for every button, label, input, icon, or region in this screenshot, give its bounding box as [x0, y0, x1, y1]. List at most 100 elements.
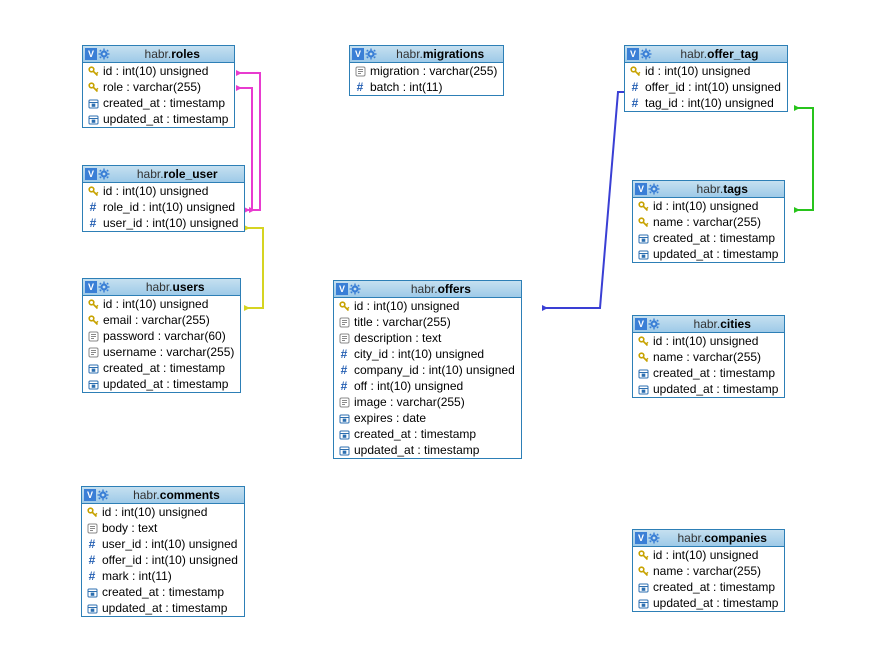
table-header-icons: V: [85, 48, 110, 60]
column-row[interactable]: created_at : timestamp: [633, 230, 784, 246]
key-icon: [628, 65, 642, 77]
gear-icon[interactable]: [98, 281, 110, 293]
column-row[interactable]: id : int(10) unsigned: [83, 63, 234, 79]
column-row[interactable]: updated_at : timestamp: [633, 595, 784, 611]
gear-icon[interactable]: [640, 48, 652, 60]
table-header[interactable]: Vhabr.companies: [633, 530, 784, 547]
table-header[interactable]: Vhabr.comments: [82, 487, 244, 504]
gear-icon[interactable]: [97, 489, 109, 501]
relation-endpoint: [542, 305, 548, 311]
column-label: off : int(10) unsigned: [354, 379, 463, 393]
table-header-icons: V: [84, 489, 109, 501]
column-row[interactable]: name : varchar(255): [633, 563, 784, 579]
column-row[interactable]: created_at : timestamp: [83, 360, 240, 376]
column-row[interactable]: id : int(10) unsigned: [633, 198, 784, 214]
column-row[interactable]: role : varchar(255): [83, 79, 234, 95]
column-row[interactable]: #user_id : int(10) unsigned: [83, 215, 244, 231]
column-row[interactable]: #offer_id : int(10) unsigned: [82, 552, 244, 568]
table-header[interactable]: Vhabr.tags: [633, 181, 784, 198]
column-row[interactable]: id : int(10) unsigned: [82, 504, 244, 520]
table-header[interactable]: Vhabr.role_user: [83, 166, 244, 183]
date-column-icon: [86, 362, 100, 374]
key-icon: [86, 81, 100, 93]
column-row[interactable]: #role_id : int(10) unsigned: [83, 199, 244, 215]
column-row[interactable]: #offer_id : int(10) unsigned: [625, 79, 787, 95]
view-icon[interactable]: V: [85, 48, 97, 60]
column-row[interactable]: created_at : timestamp: [334, 426, 521, 442]
column-row[interactable]: created_at : timestamp: [633, 579, 784, 595]
table-migrations[interactable]: Vhabr.migrationsmigration : varchar(255)…: [349, 45, 504, 96]
table-role_user[interactable]: Vhabr.role_userid : int(10) unsigned#rol…: [82, 165, 245, 232]
column-row[interactable]: updated_at : timestamp: [83, 376, 240, 392]
view-icon[interactable]: V: [635, 183, 647, 195]
table-offer_tag[interactable]: Vhabr.offer_tagid : int(10) unsigned#off…: [624, 45, 788, 112]
column-row[interactable]: #company_id : int(10) unsigned: [334, 362, 521, 378]
column-row[interactable]: updated_at : timestamp: [82, 600, 244, 616]
column-row[interactable]: title : varchar(255): [334, 314, 521, 330]
view-icon[interactable]: V: [635, 318, 647, 330]
gear-icon[interactable]: [648, 318, 660, 330]
column-row[interactable]: #tag_id : int(10) unsigned: [625, 95, 787, 111]
column-row[interactable]: id : int(10) unsigned: [83, 183, 244, 199]
view-icon[interactable]: V: [336, 283, 348, 295]
column-row[interactable]: email : varchar(255): [83, 312, 240, 328]
table-header[interactable]: Vhabr.migrations: [350, 46, 503, 63]
table-header[interactable]: Vhabr.roles: [83, 46, 234, 63]
column-row[interactable]: updated_at : timestamp: [633, 381, 784, 397]
column-row[interactable]: id : int(10) unsigned: [625, 63, 787, 79]
table-companies[interactable]: Vhabr.companiesid : int(10) unsignedname…: [632, 529, 785, 612]
column-row[interactable]: #batch : int(11): [350, 79, 503, 95]
view-icon[interactable]: V: [84, 489, 96, 501]
table-header-icons: V: [635, 532, 660, 544]
column-row[interactable]: updated_at : timestamp: [334, 442, 521, 458]
view-icon[interactable]: V: [85, 168, 97, 180]
gear-icon[interactable]: [365, 48, 377, 60]
column-row[interactable]: id : int(10) unsigned: [83, 296, 240, 312]
table-header[interactable]: Vhabr.offers: [334, 281, 521, 298]
column-row[interactable]: migration : varchar(255): [350, 63, 503, 79]
column-row[interactable]: #city_id : int(10) unsigned: [334, 346, 521, 362]
column-row[interactable]: image : varchar(255): [334, 394, 521, 410]
gear-icon[interactable]: [98, 168, 110, 180]
table-header[interactable]: Vhabr.offer_tag: [625, 46, 787, 63]
column-row[interactable]: id : int(10) unsigned: [334, 298, 521, 314]
column-row[interactable]: updated_at : timestamp: [633, 246, 784, 262]
column-row[interactable]: #off : int(10) unsigned: [334, 378, 521, 394]
column-row[interactable]: id : int(10) unsigned: [633, 333, 784, 349]
column-row[interactable]: password : varchar(60): [83, 328, 240, 344]
view-icon[interactable]: V: [85, 281, 97, 293]
column-row[interactable]: body : text: [82, 520, 244, 536]
table-header[interactable]: Vhabr.users: [83, 279, 240, 296]
column-row[interactable]: updated_at : timestamp: [83, 111, 234, 127]
table-users[interactable]: Vhabr.usersid : int(10) unsignedemail : …: [82, 278, 241, 393]
column-row[interactable]: created_at : timestamp: [83, 95, 234, 111]
gear-icon[interactable]: [648, 532, 660, 544]
gear-icon[interactable]: [349, 283, 361, 295]
view-icon[interactable]: V: [352, 48, 364, 60]
column-row[interactable]: username : varchar(255): [83, 344, 240, 360]
gear-icon[interactable]: [648, 183, 660, 195]
column-row[interactable]: created_at : timestamp: [82, 584, 244, 600]
column-row[interactable]: name : varchar(255): [633, 214, 784, 230]
column-label: created_at : timestamp: [653, 231, 775, 245]
column-row[interactable]: #user_id : int(10) unsigned: [82, 536, 244, 552]
column-label: updated_at : timestamp: [103, 377, 228, 391]
column-label: name : varchar(255): [653, 215, 761, 229]
table-offers[interactable]: Vhabr.offersid : int(10) unsignedtitle :…: [333, 280, 522, 459]
table-roles[interactable]: Vhabr.rolesid : int(10) unsignedrole : v…: [82, 45, 235, 128]
table-comments[interactable]: Vhabr.commentsid : int(10) unsignedbody …: [81, 486, 245, 617]
view-icon[interactable]: V: [635, 532, 647, 544]
table-name: role_user: [164, 167, 218, 181]
table-cities[interactable]: Vhabr.citiesid : int(10) unsignedname : …: [632, 315, 785, 398]
gear-icon[interactable]: [98, 48, 110, 60]
view-icon[interactable]: V: [627, 48, 639, 60]
column-row[interactable]: description : text: [334, 330, 521, 346]
column-row[interactable]: created_at : timestamp: [633, 365, 784, 381]
table-tags[interactable]: Vhabr.tagsid : int(10) unsignedname : va…: [632, 180, 785, 263]
table-header[interactable]: Vhabr.cities: [633, 316, 784, 333]
column-row[interactable]: name : varchar(255): [633, 349, 784, 365]
column-row[interactable]: #mark : int(11): [82, 568, 244, 584]
column-list: id : int(10) unsigned#offer_id : int(10)…: [625, 63, 787, 111]
column-row[interactable]: id : int(10) unsigned: [633, 547, 784, 563]
column-row[interactable]: expires : date: [334, 410, 521, 426]
